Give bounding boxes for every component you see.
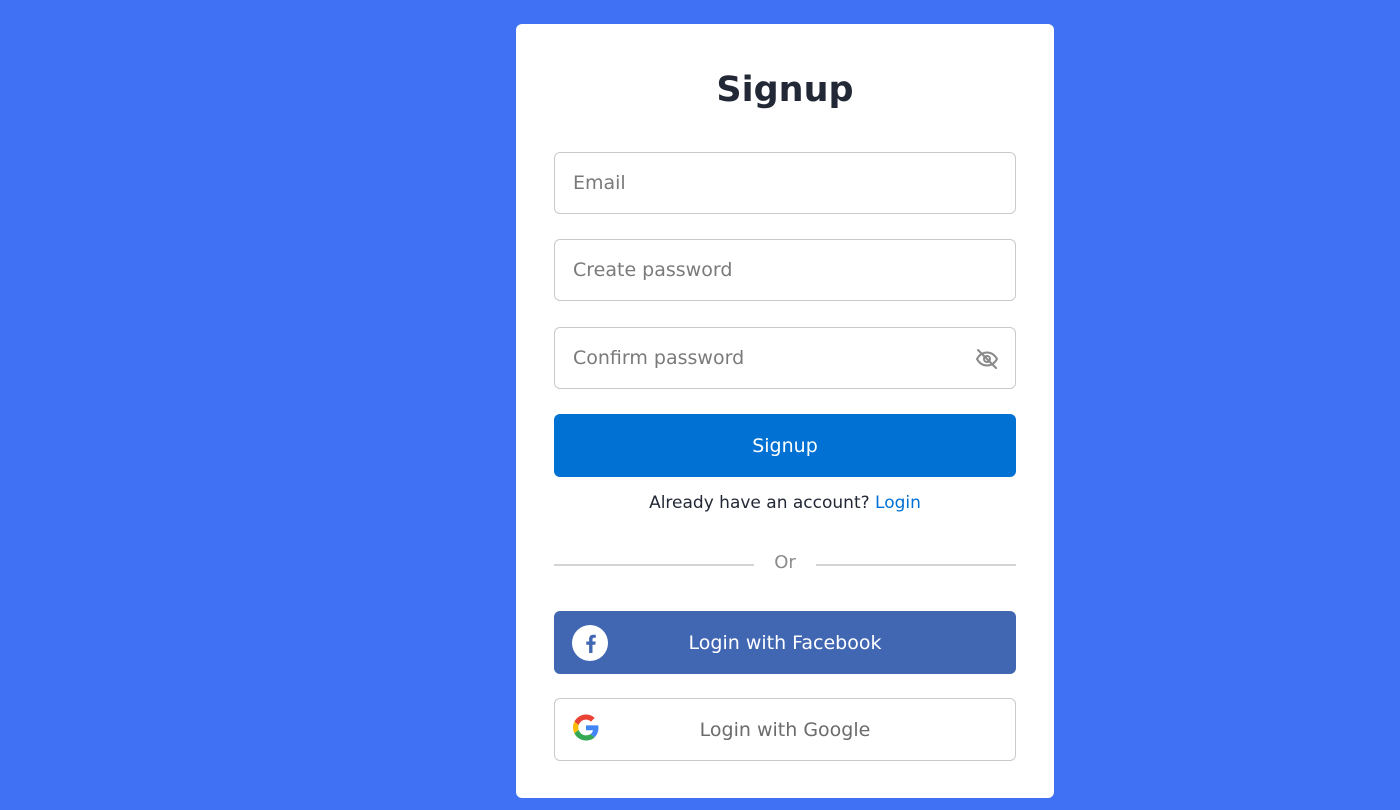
divider-line-right — [816, 564, 1016, 566]
facebook-icon — [572, 624, 608, 661]
google-icon — [573, 714, 599, 745]
confirm-password-field[interactable] — [555, 328, 1015, 388]
facebook-login-label: Login with Facebook — [688, 631, 882, 654]
google-login-button[interactable]: Login with Google — [554, 698, 1016, 761]
create-password-field-container — [554, 239, 1016, 301]
login-link[interactable]: Login — [875, 493, 921, 513]
email-field[interactable] — [555, 153, 1015, 213]
google-login-label: Login with Google — [699, 718, 871, 741]
already-account-text: Already have an account? — [649, 493, 870, 513]
facebook-login-button[interactable]: Login with Facebook — [554, 611, 1016, 674]
signup-button[interactable]: Signup — [554, 414, 1016, 477]
page-title: Signup — [716, 70, 854, 110]
or-divider: Or — [554, 552, 1016, 578]
create-password-field[interactable] — [555, 240, 1015, 300]
email-field-container — [554, 152, 1016, 214]
confirm-password-field-container — [554, 327, 1016, 389]
signup-card: Signup Signup Already have an account? L… — [516, 24, 1054, 798]
login-prompt: Already have an account? Login — [516, 493, 1054, 513]
eye-slash-icon[interactable] — [975, 347, 999, 371]
divider-text: Or — [774, 552, 796, 573]
